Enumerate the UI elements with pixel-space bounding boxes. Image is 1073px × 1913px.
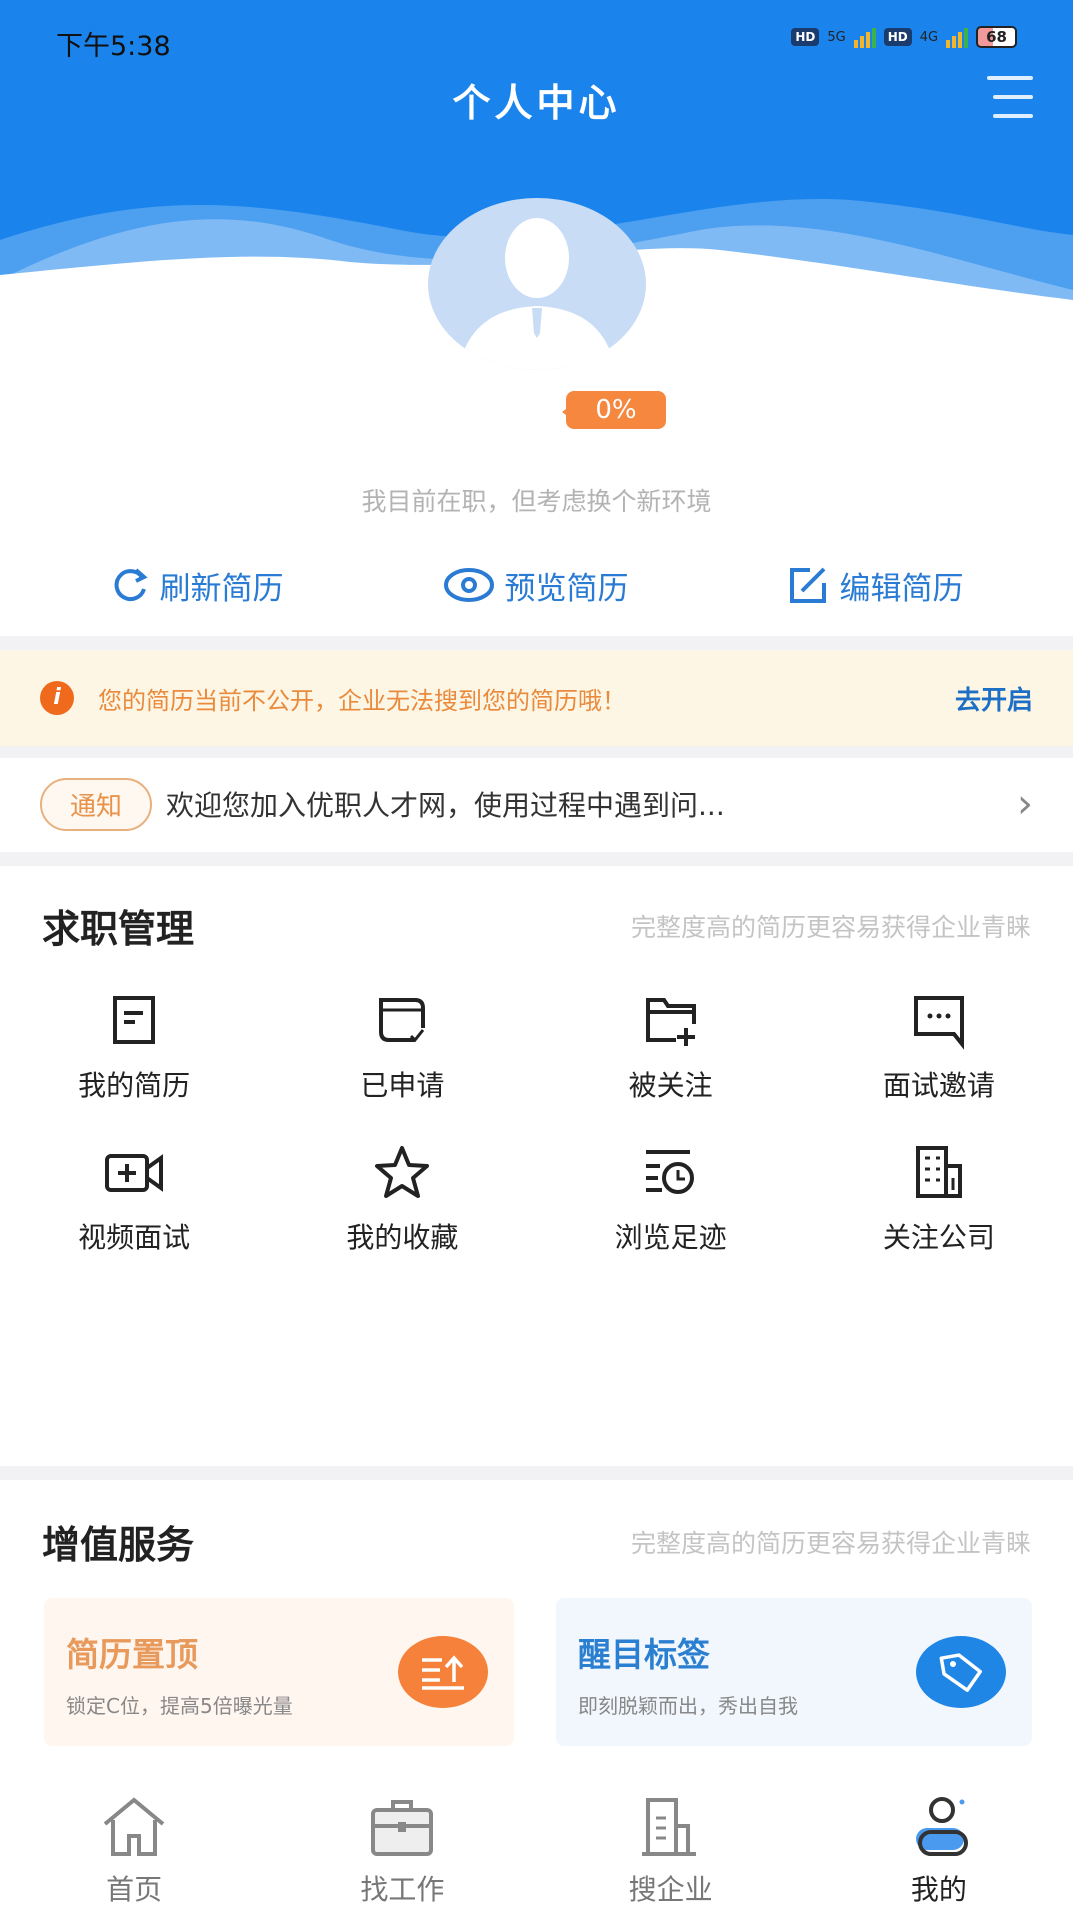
job-intent-text: 我目前在职，但考虑换个新环境 xyxy=(361,487,712,516)
building-icon xyxy=(915,1146,962,1198)
home-icon xyxy=(103,1797,165,1856)
refresh-icon xyxy=(114,568,148,602)
video-interview-item[interactable]: 视频面试 xyxy=(0,1142,268,1294)
nav-label: 首页 xyxy=(106,1873,163,1906)
notice-text: 欢迎您加入优职人才网，使用过程中遇到问... xyxy=(166,789,725,822)
followed-by-item[interactable]: 被关注 xyxy=(537,990,805,1142)
battery-icon: 68 xyxy=(976,26,1017,48)
resume-top-card[interactable]: 简历置顶 锁定C位，提高5倍曝光量 xyxy=(44,1598,514,1746)
nav-label: 搜企业 xyxy=(628,1873,713,1906)
item-label: 视频面试 xyxy=(78,1221,191,1254)
item-label: 关注公司 xyxy=(882,1221,995,1254)
divider xyxy=(0,636,1073,650)
avatar[interactable] xyxy=(428,198,646,370)
edit-resume-button[interactable]: 编辑简历 xyxy=(788,560,964,610)
nav-home[interactable]: 首页 xyxy=(0,1770,268,1913)
item-label: 浏览足迹 xyxy=(614,1221,727,1254)
value-services-subtitle: 完整度高的简历更容易获得企业青睐 xyxy=(630,1529,1031,1558)
applied-card-icon xyxy=(379,998,426,1043)
job-management-grid: 我的简历 已申请 被关注 面试邀请 视频面试 我的收藏 浏览足迹 关注公司 xyxy=(0,990,1073,1294)
hd-icon: HD xyxy=(883,28,912,46)
refresh-resume-button[interactable]: 刷新简历 xyxy=(110,560,284,610)
followed-companies-item[interactable]: 关注公司 xyxy=(805,1142,1073,1294)
nav-search-company[interactable]: 搜企业 xyxy=(537,1770,805,1913)
completion-badge: 0% xyxy=(562,391,666,429)
info-icon: i xyxy=(40,681,74,715)
job-management-title: 求职管理 xyxy=(42,907,195,951)
signal-icon xyxy=(853,26,876,48)
user-icon xyxy=(915,1797,968,1856)
signal-icon xyxy=(946,26,969,48)
preview-resume-button[interactable]: 预览简历 xyxy=(443,560,629,610)
page-title: 个人中心 xyxy=(452,81,621,125)
divider xyxy=(0,746,1073,758)
value-services-title: 增值服务 xyxy=(42,1523,195,1567)
tag-icon xyxy=(916,1636,1006,1708)
briefcase-icon xyxy=(371,1800,434,1856)
my-favorites-item[interactable]: 我的收藏 xyxy=(268,1142,536,1294)
highlight-tag-card[interactable]: 醒目标签 即刻脱颖而出，秀出自我 xyxy=(556,1598,1032,1746)
notice-bar[interactable]: 通知 欢迎您加入优职人才网，使用过程中遇到问... › xyxy=(0,758,1073,850)
privacy-warning-banner: i 您的简历当前不公开，企业无法搜到您的简历哦！ 去开启 xyxy=(0,650,1073,746)
edit-icon xyxy=(789,567,826,603)
item-label: 被关注 xyxy=(628,1069,713,1102)
chevron-right-icon: › xyxy=(1017,781,1033,827)
item-label: 我的简历 xyxy=(78,1069,191,1102)
network-label: 4G xyxy=(919,29,939,45)
user-silhouette-icon xyxy=(458,218,616,370)
preview-resume-label: 预览简历 xyxy=(504,570,629,607)
nav-label: 找工作 xyxy=(360,1873,445,1906)
edit-resume-label: 编辑简历 xyxy=(839,570,964,607)
folder-plus-icon xyxy=(645,998,696,1046)
refresh-resume-label: 刷新简历 xyxy=(159,570,284,607)
nav-mine[interactable]: 我的 xyxy=(805,1770,1073,1913)
resume-icon xyxy=(113,996,156,1044)
item-label: 已申请 xyxy=(360,1069,445,1102)
interview-invite-item[interactable]: 面试邀请 xyxy=(805,990,1073,1142)
status-time: 下午5:38 xyxy=(56,31,171,62)
top-up-icon xyxy=(398,1636,488,1708)
job-management-subtitle: 完整度高的简历更容易获得企业青睐 xyxy=(630,913,1031,942)
resume-actions: 刷新简历 预览简历 编辑简历 xyxy=(0,560,1073,610)
hd-icon: HD xyxy=(791,28,820,46)
warning-text: 您的简历当前不公开，企业无法搜到您的简历哦！ xyxy=(98,686,626,715)
my-resume-item[interactable]: 我的简历 xyxy=(0,990,268,1142)
bottom-nav: 首页 找工作 搜企业 我的 xyxy=(0,1770,1073,1913)
nav-label: 我的 xyxy=(910,1873,967,1906)
company-icon xyxy=(641,1798,696,1856)
enable-public-link[interactable]: 去开启 xyxy=(955,680,1033,717)
star-icon xyxy=(375,1146,430,1198)
browse-history-item[interactable]: 浏览足迹 xyxy=(537,1142,805,1294)
divider xyxy=(0,852,1073,866)
notice-tag: 通知 xyxy=(40,777,153,831)
network-label: 5G xyxy=(827,29,846,45)
divider xyxy=(0,1466,1073,1480)
status-icons: HD 5G HD 4G 68 xyxy=(791,26,1017,48)
applied-item[interactable]: 已申请 xyxy=(268,990,536,1142)
item-label: 面试邀请 xyxy=(882,1069,995,1102)
nav-find-job[interactable]: 找工作 xyxy=(268,1770,536,1913)
eye-icon xyxy=(443,568,494,602)
menu-icon[interactable] xyxy=(987,74,1033,120)
item-label: 我的收藏 xyxy=(346,1221,459,1254)
history-icon xyxy=(645,1150,694,1194)
video-camera-icon xyxy=(105,1154,164,1192)
message-icon xyxy=(913,996,964,1050)
